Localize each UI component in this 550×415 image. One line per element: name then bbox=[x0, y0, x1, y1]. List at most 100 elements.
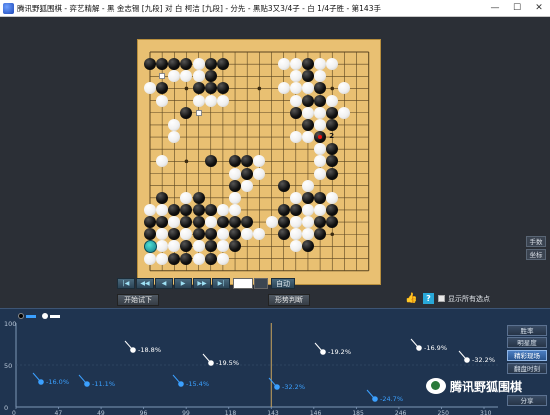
white-win-rate-marker-stem bbox=[410, 338, 419, 348]
black-win-rate-marker-stem bbox=[268, 377, 277, 387]
black-stone bbox=[192, 216, 205, 229]
white-win-rate-marker-stem bbox=[124, 340, 133, 350]
white-stone bbox=[289, 191, 302, 204]
y-tick-label: 100 bbox=[4, 320, 16, 328]
white-stone bbox=[289, 94, 302, 107]
white-win-rate-marker-label: -19.5% bbox=[216, 359, 239, 367]
black-win-rate-marker bbox=[38, 379, 44, 385]
win-rate-chart[interactable]: 100 50 00 47 49 96 99 118 143 146 185 246 250 310 -18.… bbox=[0, 309, 550, 415]
black-stone bbox=[180, 252, 193, 265]
y-tick-label: 50 bbox=[4, 362, 12, 370]
minimize-button[interactable]: — bbox=[484, 0, 506, 17]
watermark-text: 腾讯野狐围棋 bbox=[450, 379, 523, 394]
watermark: 腾讯野狐围棋 bbox=[426, 376, 522, 396]
white-legend-icon bbox=[42, 313, 48, 319]
white-win-rate-marker-label: -19.2% bbox=[328, 348, 351, 356]
chart-tab-3[interactable]: 精彩现场 bbox=[507, 350, 547, 361]
white-stone bbox=[229, 203, 242, 216]
forward-button[interactable]: ▶ bbox=[174, 277, 192, 289]
show-all-checkbox[interactable] bbox=[438, 295, 445, 302]
white-stone bbox=[277, 58, 290, 71]
chart-tab-2[interactable]: 明星度 bbox=[507, 337, 547, 348]
black-stone bbox=[204, 70, 217, 83]
white-win-rate-marker bbox=[208, 360, 214, 366]
white-stone bbox=[192, 252, 205, 265]
white-stone bbox=[301, 179, 314, 192]
forward-ten-button[interactable]: ▶▶ bbox=[193, 277, 211, 289]
black-stone bbox=[277, 228, 290, 241]
white-stone bbox=[204, 94, 217, 107]
black-stone bbox=[277, 216, 290, 229]
maximize-button[interactable]: ☐ bbox=[506, 0, 528, 17]
white-stone bbox=[216, 203, 229, 216]
chart-tab-4[interactable]: 翻盘时刻 bbox=[507, 363, 547, 374]
black-win-rate-marker-label: -24.7% bbox=[380, 395, 403, 403]
black-stone bbox=[204, 252, 217, 265]
white-stone bbox=[216, 252, 229, 265]
x-tick-label: 310 bbox=[480, 410, 492, 415]
move-number-label: 2 bbox=[329, 132, 335, 141]
black-win-rate-marker bbox=[274, 384, 280, 390]
white-win-rate-marker bbox=[416, 345, 422, 351]
black-stone bbox=[314, 191, 327, 204]
white-stone bbox=[314, 203, 327, 216]
auto-play-button[interactable]: 自动 bbox=[271, 277, 295, 289]
black-stone bbox=[289, 203, 302, 216]
white-stone bbox=[216, 94, 229, 107]
x-tick-label: 0 bbox=[12, 410, 16, 415]
white-stone bbox=[156, 203, 169, 216]
title-bar: 腾讯野狐围棋 - 弈艺精解 - 黑 金志锡 [九段] 对 白 柯洁 [九段] -… bbox=[0, 0, 550, 17]
white-stone bbox=[192, 94, 205, 107]
help-icon[interactable]: ? bbox=[423, 293, 434, 304]
white-stone bbox=[289, 228, 302, 241]
board-area: 2 手数 坐标 bbox=[0, 17, 550, 285]
x-tick-label: 246 bbox=[395, 410, 407, 415]
first-move-button[interactable]: |◀ bbox=[117, 277, 135, 289]
last-move-button[interactable]: ▶| bbox=[212, 277, 230, 289]
black-stone bbox=[277, 203, 290, 216]
x-tick-label: 99 bbox=[182, 410, 190, 415]
trial-button[interactable]: 开始试下 bbox=[117, 294, 159, 306]
white-stone bbox=[314, 167, 327, 180]
black-stone bbox=[204, 58, 217, 71]
white-stone bbox=[192, 58, 205, 71]
move-number-input[interactable] bbox=[233, 277, 253, 289]
back-button[interactable]: ◀ bbox=[155, 277, 173, 289]
black-stone bbox=[326, 167, 339, 180]
black-legend-line bbox=[26, 315, 36, 318]
black-win-rate-marker-stem bbox=[32, 372, 41, 382]
black-win-rate-marker bbox=[178, 381, 184, 387]
black-stone bbox=[144, 216, 156, 229]
thumbs-up-icon[interactable]: 👍 bbox=[405, 292, 418, 305]
white-win-rate-marker-label: -16.9% bbox=[424, 344, 447, 352]
white-stone bbox=[192, 70, 205, 83]
close-button[interactable]: ✕ bbox=[528, 0, 550, 17]
chart-tab-1[interactable]: 胜率 bbox=[507, 325, 547, 336]
back-ten-button[interactable]: ◀◀ bbox=[136, 277, 154, 289]
white-stone bbox=[144, 252, 156, 265]
black-stone bbox=[216, 58, 229, 71]
black-stone bbox=[229, 179, 242, 192]
go-board[interactable]: 2 bbox=[137, 39, 381, 285]
judge-button[interactable]: 形势判断 bbox=[268, 294, 310, 306]
black-stone bbox=[168, 252, 181, 265]
black-win-rate-marker bbox=[84, 381, 90, 387]
wechat-logo-icon bbox=[426, 378, 446, 394]
x-tick-label: 143 bbox=[267, 410, 279, 415]
move-jump-button[interactable] bbox=[254, 277, 268, 289]
chart-tab-5[interactable]: 分享 bbox=[507, 395, 547, 406]
white-stone bbox=[144, 203, 156, 216]
hands-toggle-button[interactable]: 手数 bbox=[526, 236, 546, 247]
square-marker bbox=[195, 109, 202, 116]
black-win-rate-marker-stem bbox=[366, 389, 375, 399]
white-win-rate-marker-stem bbox=[314, 342, 323, 352]
black-stone bbox=[192, 82, 205, 95]
black-stone bbox=[204, 228, 217, 241]
last-move-stone bbox=[143, 239, 157, 253]
white-stone bbox=[326, 94, 339, 107]
y-tick-label: 0 bbox=[4, 404, 8, 412]
square-marker bbox=[159, 73, 166, 80]
white-stone bbox=[289, 70, 302, 83]
coords-toggle-button[interactable]: 坐标 bbox=[526, 249, 546, 260]
white-win-rate-marker bbox=[320, 349, 326, 355]
